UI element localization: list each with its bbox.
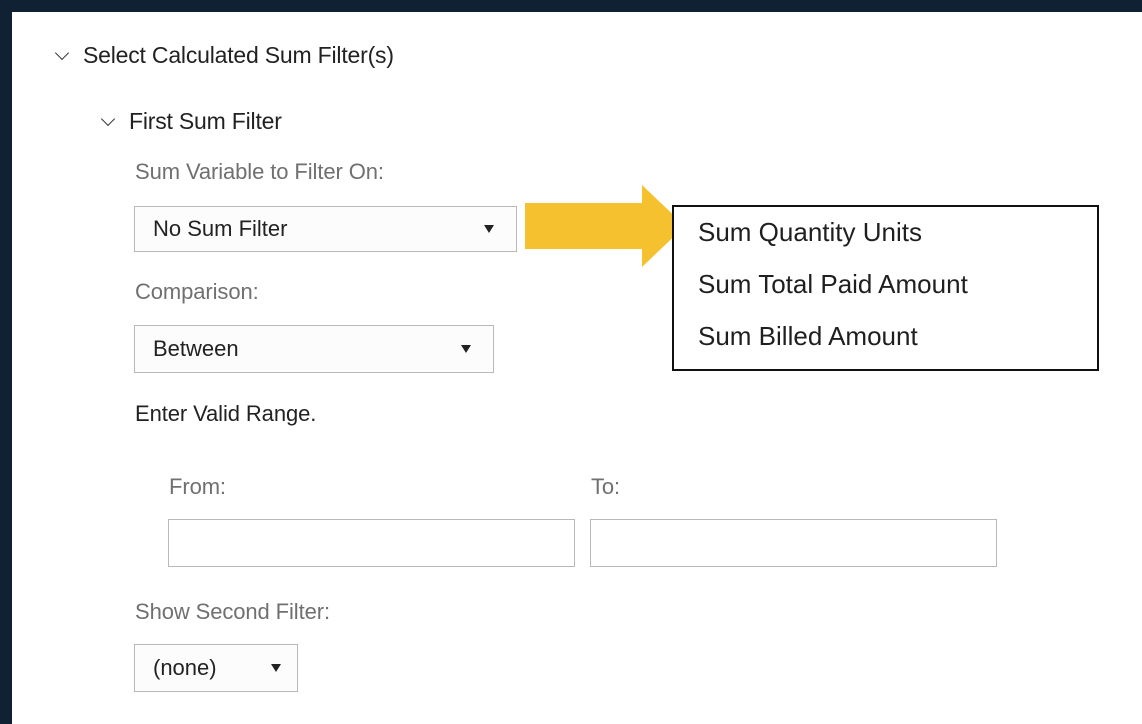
arrow-right-icon [525, 185, 685, 267]
subsection-first-sum-filter[interactable]: First Sum Filter [100, 108, 282, 135]
comparison-label: Comparison: [135, 279, 259, 304]
sum-variable-select[interactable]: No Sum Filter [134, 206, 517, 252]
option-sum-billed-amount[interactable]: Sum Billed Amount [698, 321, 918, 352]
section-select-calculated-sum-filters[interactable]: Select Calculated Sum Filter(s) [54, 42, 394, 69]
show-second-filter-label: Show Second Filter: [135, 599, 330, 624]
dropdown-caret-icon [461, 345, 471, 353]
filter-panel: Select Calculated Sum Filter(s) First Su… [12, 12, 1142, 724]
second-filter-selected-value: (none) [153, 655, 217, 680]
chevron-down-icon[interactable] [54, 45, 70, 60]
option-sum-total-paid-amount[interactable]: Sum Total Paid Amount [698, 269, 968, 300]
range-instruction: Enter Valid Range. [135, 401, 317, 426]
sum-variable-label: Sum Variable to Filter On: [135, 159, 384, 184]
comparison-select[interactable]: Between [134, 325, 494, 373]
sum-variable-selected-value: No Sum Filter [153, 216, 288, 241]
to-label: To: [591, 474, 621, 499]
option-sum-quantity-units[interactable]: Sum Quantity Units [698, 217, 922, 248]
to-input[interactable] [590, 519, 997, 567]
comparison-selected-value: Between [153, 336, 239, 361]
dropdown-caret-icon [271, 664, 281, 672]
from-label: From: [169, 474, 226, 499]
section-title: Select Calculated Sum Filter(s) [83, 42, 394, 68]
from-input[interactable] [168, 519, 575, 567]
sum-variable-options-list: Sum Quantity Units Sum Total Paid Amount… [672, 205, 1099, 371]
chevron-down-icon[interactable] [100, 111, 116, 126]
second-filter-select[interactable]: (none) [134, 644, 298, 692]
dropdown-caret-icon [484, 225, 494, 233]
subsection-title: First Sum Filter [129, 108, 282, 134]
